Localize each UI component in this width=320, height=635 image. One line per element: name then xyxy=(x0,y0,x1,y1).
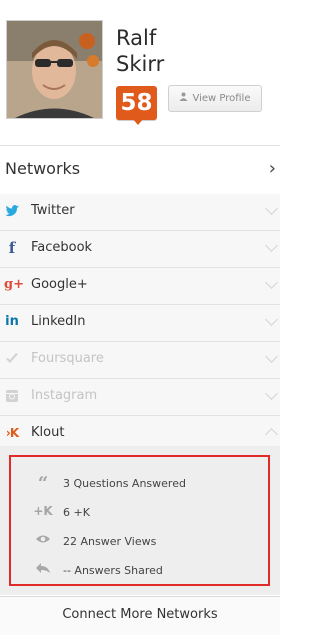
network-label: LinkedIn xyxy=(31,314,86,329)
network-item-google-plus[interactable]: g+ Google+ xyxy=(0,268,280,305)
user-icon xyxy=(179,86,188,111)
network-item-facebook[interactable]: f Facebook xyxy=(0,231,280,268)
avatar[interactable] xyxy=(6,20,103,119)
network-item-foursquare[interactable]: Foursquare xyxy=(0,342,280,379)
stat-row-views: 22 Answer Views xyxy=(11,533,266,553)
klout-score-badge: 58 xyxy=(116,86,157,120)
klout-details-panel: “ 3 Questions Answered +K 6 +K 22 Answer… xyxy=(0,446,280,595)
connect-more-networks-button[interactable]: Connect More Networks xyxy=(0,596,280,635)
network-label: Instagram xyxy=(31,388,98,403)
chevron-down-icon xyxy=(265,350,278,363)
linkedin-icon: in xyxy=(5,314,19,329)
stat-text: -- Answers Shared xyxy=(63,564,163,577)
profile-last-name: Skirr xyxy=(116,52,165,76)
facebook-icon: f xyxy=(8,239,16,257)
stat-text: 22 Answer Views xyxy=(63,535,157,548)
plus-k-icon: +K xyxy=(33,504,53,518)
network-label: Facebook xyxy=(31,240,93,255)
instagram-icon xyxy=(4,388,20,404)
chevron-right-icon: › xyxy=(268,158,276,179)
network-list: Twitter f Facebook g+ Google+ in LinkedI… xyxy=(0,194,280,453)
stat-row-plus-k: +K 6 +K xyxy=(11,504,266,524)
chevron-down-icon xyxy=(265,313,278,326)
klout-icon: ›K xyxy=(5,426,19,440)
google-plus-icon: g+ xyxy=(4,277,24,292)
network-label: Foursquare xyxy=(31,351,104,366)
foursquare-icon xyxy=(4,351,20,367)
chevron-down-icon xyxy=(265,276,278,289)
score-badge-tail xyxy=(132,118,144,125)
chevron-down-icon xyxy=(265,387,278,400)
view-profile-label: View Profile xyxy=(192,93,251,104)
chevron-down-icon xyxy=(265,202,278,215)
stat-row-shared: -- Answers Shared xyxy=(11,562,266,582)
profile-first-name: Ralf xyxy=(116,26,157,50)
eye-icon xyxy=(33,533,53,549)
network-item-linkedin[interactable]: in LinkedIn xyxy=(0,305,280,342)
networks-title: Networks xyxy=(5,159,81,178)
twitter-icon xyxy=(4,203,20,219)
network-item-instagram[interactable]: Instagram xyxy=(0,379,280,416)
klout-stats-highlight: “ 3 Questions Answered +K 6 +K 22 Answer… xyxy=(9,455,270,586)
share-icon xyxy=(33,562,53,578)
stat-row-questions: “ 3 Questions Answered xyxy=(11,475,266,495)
chevron-up-icon xyxy=(265,428,278,441)
stat-text: 6 +K xyxy=(63,506,90,519)
view-profile-button[interactable]: View Profile xyxy=(168,85,262,112)
stat-text: 3 Questions Answered xyxy=(63,477,186,490)
connect-more-networks-label: Connect More Networks xyxy=(62,607,218,622)
network-label: Google+ xyxy=(31,277,88,292)
profile-card: Ralf Skirr 58 View Profile xyxy=(0,0,280,145)
network-item-twitter[interactable]: Twitter xyxy=(0,194,280,231)
chevron-down-icon xyxy=(265,239,278,252)
network-label: Klout xyxy=(31,425,65,440)
network-label: Twitter xyxy=(31,203,75,218)
networks-header[interactable]: Networks › xyxy=(0,145,280,195)
quote-icon: “ xyxy=(37,473,49,494)
